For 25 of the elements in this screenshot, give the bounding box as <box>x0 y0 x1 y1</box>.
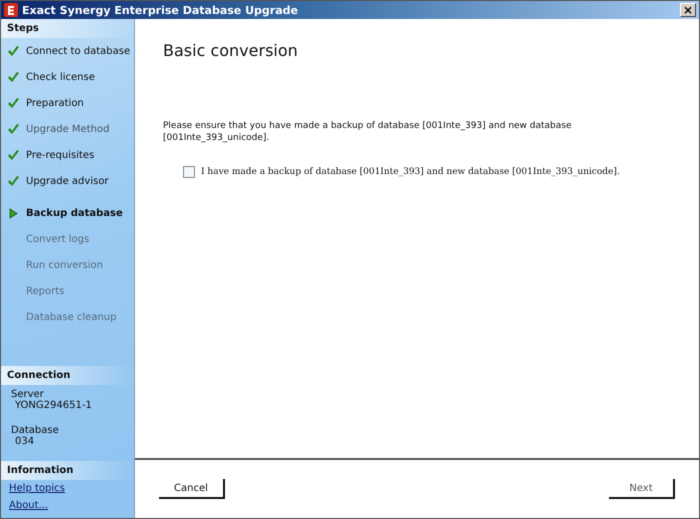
step-label: Preparation <box>26 98 84 108</box>
step-label: Pre-requisites <box>26 150 94 160</box>
step-label: Check license <box>26 72 95 82</box>
step-label: Upgrade Method <box>26 124 110 134</box>
help-link[interactable]: Help topics <box>1 480 134 497</box>
checkbox[interactable] <box>183 166 195 178</box>
step-label: Database cleanup <box>26 312 116 322</box>
help-link[interactable]: About... <box>1 497 134 514</box>
step-label: Convert logs <box>26 234 90 244</box>
info-value: YONG294651-1 <box>14 400 93 411</box>
instruction-text: Please ensure that you have made a backup of database [001Inte_393] and new database [001Inte_393_unicode]. <box>163 120 573 144</box>
logo-icon <box>4 3 18 17</box>
step-label: Backup database <box>26 208 123 218</box>
checkbox-label: I have made a backup of database [001Inte_393] and new database [001Inte_393_unicode]. <box>201 167 620 177</box>
step-label: Connect to database <box>26 46 130 56</box>
window-title: Exact Synergy Enterprise Database Upgrade <box>22 4 298 16</box>
info-label: Server <box>10 389 45 400</box>
step-label: Upgrade advisor <box>26 176 109 186</box>
step-label: Reports <box>26 286 64 296</box>
info-value: 034 <box>14 436 36 447</box>
dialog-button[interactable]: Cancel <box>159 479 225 499</box>
info-label: Database <box>10 425 60 436</box>
page-title: Basic conversion <box>163 41 299 60</box>
close-button[interactable]: × <box>680 3 696 17</box>
step-label: Run conversion <box>26 260 103 270</box>
